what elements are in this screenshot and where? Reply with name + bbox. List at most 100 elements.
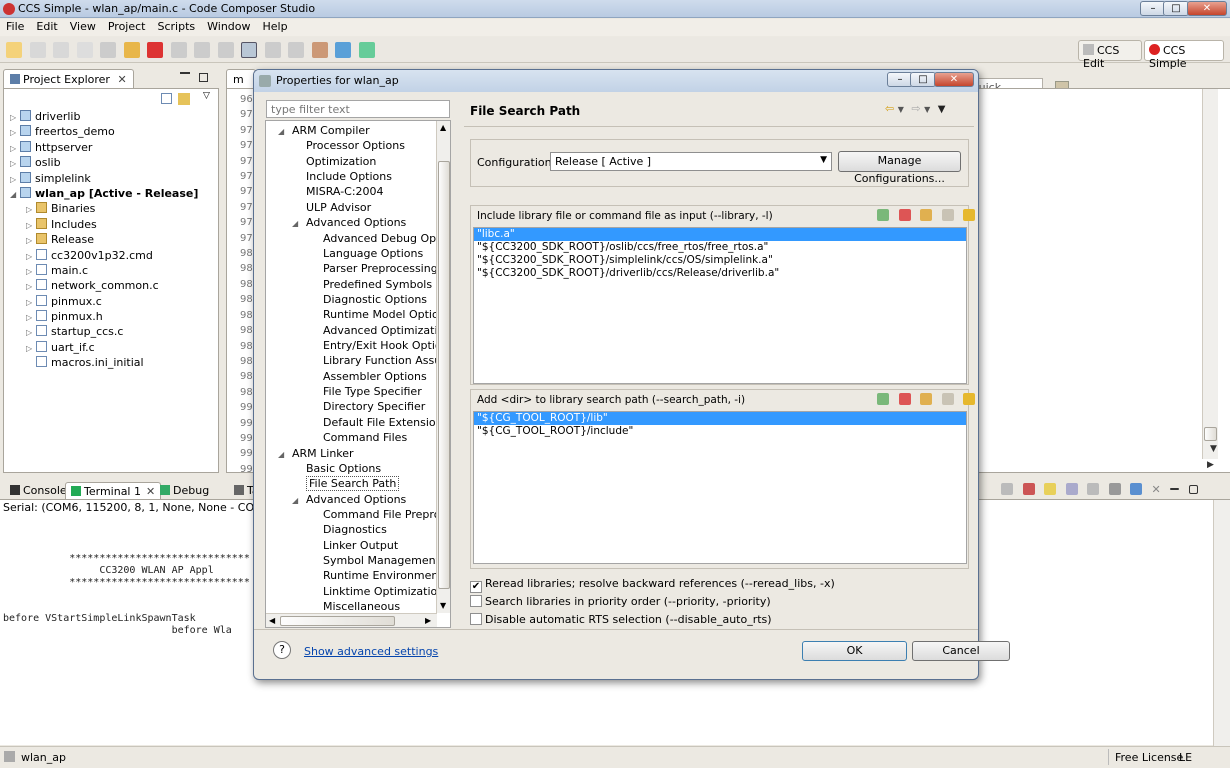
list-item[interactable]: "${CC3200_SDK_ROOT}/driverlib/ccs/Releas… [474,267,966,280]
tree-item[interactable]: ▷macros.ini_initial [10,355,216,370]
chevron-down-icon[interactable]: ◢ [292,216,306,231]
tab-terminal-1[interactable]: Terminal 1 ✕ [65,482,162,500]
property-tree-item[interactable]: Miscellaneous [323,599,400,614]
search-path-list[interactable]: "${CG_TOOL_ROOT}/lib" "${CG_TOOL_ROOT}/in… [473,411,967,564]
move-up-icon[interactable] [941,393,954,405]
delete-icon[interactable] [898,209,911,221]
move-down-icon[interactable] [963,209,975,221]
menu-project[interactable]: Project [102,19,152,33]
terminal-scrollbar[interactable] [1213,500,1230,746]
add-icon[interactable] [877,393,889,405]
property-tree-item[interactable]: Language Options [323,246,423,261]
maximize-console-icon[interactable] [1188,484,1198,494]
property-tree-item[interactable]: Advanced Debug Opti [323,231,444,246]
chevron-right-icon[interactable]: ▷ [10,125,20,140]
property-tree-item[interactable]: Directory Specifier [323,399,425,414]
property-tree-item[interactable]: Entry/Exit Hook Option [323,338,449,353]
remove-icon[interactable]: ✕ [1152,483,1161,496]
configuration-select[interactable]: Release [ Active ] ▼ [550,152,832,171]
tree-scroll-up-icon[interactable]: ▲ [440,123,446,132]
launch-icon[interactable] [358,42,375,58]
minimize-view-icon[interactable] [180,72,190,74]
editor-vertical-scrollbar[interactable] [1202,89,1218,459]
menu-file[interactable]: File [0,19,30,33]
back-menu-icon[interactable]: ▼ [898,105,904,114]
property-tree-item[interactable]: Basic Options [306,461,381,476]
copy-icon[interactable] [1065,483,1078,495]
tree-item[interactable]: ▷ main.c [10,263,216,278]
tree-item[interactable]: ▷ Release [10,232,216,247]
property-tree-item[interactable]: ◢ ARM Linker [278,446,354,461]
tree-item[interactable]: ▷ Includes [10,217,216,232]
tree-scroll-thumb[interactable] [438,161,450,589]
link-editor-icon[interactable] [178,93,190,105]
property-tree-item[interactable]: Predefined Symbols [323,277,432,292]
collapse-all-icon[interactable] [161,93,172,104]
tree-item[interactable]: ▷ cc3200v1p32.cmd [10,248,216,263]
tree-scroll-left-icon[interactable]: ◀ [269,616,275,625]
perspective-ccs-edit[interactable]: CCS Edit [1078,40,1142,70]
property-tree-item[interactable]: Command Files [323,430,407,445]
list-item[interactable]: "${CG_TOOL_ROOT}/include" [474,425,966,438]
move-down-icon[interactable] [963,393,975,405]
property-tree-item[interactable]: Symbol Management [323,553,440,568]
tree-item[interactable]: ▷ uart_if.c [10,340,216,355]
menu-view[interactable]: View [64,19,102,33]
property-tree-item[interactable]: Optimization [306,154,376,169]
edit-icon[interactable] [920,393,932,405]
tab-editor-main[interactable]: m [226,69,256,89]
toggle-icon[interactable] [241,42,257,58]
property-tree-item[interactable]: Diagnostic Options [323,292,427,307]
checkbox-row[interactable]: ✔ Reread libraries; resolve backward refe… [470,575,835,593]
tab-console[interactable]: Console [5,482,72,499]
chevron-down-icon[interactable]: ◢ [278,447,292,462]
tab-debug[interactable]: Debug [155,482,214,499]
checkbox-row[interactable]: Disable automatic RTS selection (--disab… [470,611,835,629]
tree-item[interactable]: ▷ oslib [10,155,216,170]
delete-icon[interactable] [898,393,911,405]
filter-input[interactable]: type filter text [266,100,450,118]
chevron-right-icon[interactable]: ▷ [26,325,36,340]
chevron-right-icon[interactable]: ▷ [26,202,36,217]
property-tree-item[interactable]: ◢ Advanced Options [292,215,406,230]
tree-item[interactable]: ▷ pinmux.h [10,309,216,324]
property-tree-item[interactable]: Processor Options [306,138,405,153]
property-tree-item[interactable]: ◢ ARM Compiler [278,123,370,138]
property-tree-item[interactable]: Diagnostics [323,522,387,537]
tree-scroll-right-icon[interactable]: ▶ [425,616,431,625]
manage-configurations-button[interactable]: Manage Configurations... [838,151,961,185]
property-tree-item[interactable]: File Type Specifier [323,384,422,399]
property-tree-item[interactable]: Library Function Assu [323,353,441,368]
chevron-right-icon[interactable]: ▷ [26,295,36,310]
forward-menu-icon[interactable]: ▼ [924,105,930,114]
chevron-right-icon[interactable]: ▷ [26,341,36,356]
list-item[interactable]: "${CC3200_SDK_ROOT}/oslib/ccs/free_rtos/… [474,241,966,254]
save-all-icon[interactable] [53,42,69,58]
menu-help[interactable]: Help [257,19,294,33]
flash-icon[interactable] [288,42,304,58]
edit-icon[interactable] [920,209,932,221]
search-icon[interactable] [335,42,351,58]
print-icon[interactable] [76,42,93,58]
checkbox-row[interactable]: Search libraries in priority order (--pr… [470,593,835,611]
ok-button[interactable]: OK [802,641,907,661]
checkbox[interactable]: ✔ [470,581,482,593]
back-icon[interactable]: ⇦ [885,102,894,115]
suspend-icon[interactable] [123,42,140,58]
library-list[interactable]: "libc.a" "${CC3200_SDK_ROOT}/oslib/ccs/fr… [473,227,967,384]
tree-hscroll-thumb[interactable] [280,616,395,626]
chevron-right-icon[interactable]: ▷ [26,233,36,248]
view-menu-icon[interactable]: ▼ [938,104,946,115]
dialog-maximize-button[interactable]: □ [910,72,936,87]
tree-item[interactable]: ▷ network_common.c [10,278,216,293]
tree-item[interactable]: ▷ startup_ccs.c [10,324,216,339]
step-into-icon[interactable] [170,42,187,58]
step-over-icon[interactable] [194,42,210,58]
list-item[interactable]: "libc.a" [474,228,966,241]
property-tree-item[interactable]: Default File Extensions [323,415,448,430]
add-icon[interactable] [877,209,889,221]
property-tree-item[interactable]: Runtime Model Option [323,307,446,322]
property-tree-item[interactable]: Parser Preprocessing C [323,261,449,276]
chevron-right-icon[interactable]: ▷ [10,141,20,156]
chevron-right-icon[interactable]: ▷ [10,110,20,125]
